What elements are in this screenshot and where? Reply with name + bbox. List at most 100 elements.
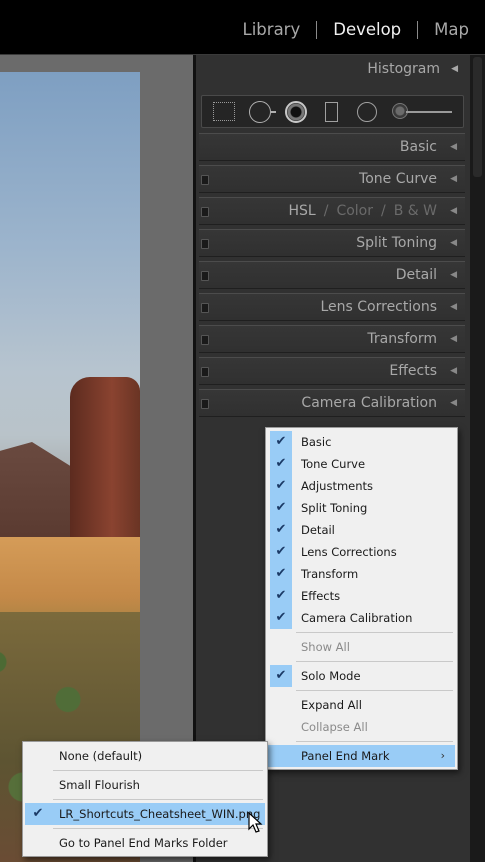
menu-item-show-all: Show All [268,636,455,658]
checkmark-icon: ✔ [270,431,292,453]
checkmark-icon: ✔ [270,665,292,687]
module-develop[interactable]: Develop [331,20,403,39]
menu-separator [296,661,453,662]
menu-item-expand-all[interactable]: Expand All [268,694,455,716]
section-basic[interactable]: Basic ◀ [199,133,465,161]
radial-filter-icon[interactable] [357,102,377,122]
panel-switch-icon[interactable] [201,335,209,345]
menu-item-split-toning[interactable]: ✔ Split Toning [268,497,455,519]
red-eye-icon[interactable] [285,101,307,123]
menu-item-label: Collapse All [301,720,368,734]
menu-separator [53,799,263,800]
submenu-item-go-to-folder[interactable]: Go to Panel End Marks Folder [25,832,265,854]
checkmark-icon: ✔ [32,806,44,821]
checkmark-icon: ✔ [270,497,292,519]
menu-item-detail[interactable]: ✔ Detail [268,519,455,541]
section-split-toning[interactable]: Split Toning ◀ [199,229,465,257]
tab-bw[interactable]: B & W [394,203,437,219]
section-camera-calibration[interactable]: Camera Calibration ◀ [199,389,465,417]
mouse-pointer-icon [248,812,263,833]
section-transform[interactable]: Transform ◀ [199,325,465,353]
menu-item-solo-mode[interactable]: ✔ Solo Mode [268,665,455,687]
expand-triangle-icon[interactable]: ◀ [450,366,457,376]
expand-triangle-icon[interactable]: ◀ [450,174,457,184]
tab-separator: / [381,203,386,219]
expand-triangle-icon[interactable]: ◀ [450,334,457,344]
panel-switch-icon[interactable] [201,303,209,313]
menu-item-label: Show All [301,640,350,654]
submenu-item-none-default[interactable]: None (default) [25,745,265,767]
tab-color[interactable]: Color [336,203,373,219]
section-label: Camera Calibration [301,395,437,411]
panel-switch-icon[interactable] [201,367,209,377]
menu-separator [296,632,453,633]
section-label: Effects [389,363,437,379]
module-map[interactable]: Map [432,20,471,39]
submenu-arrow-icon: › [440,749,445,762]
menu-separator [296,741,453,742]
expand-triangle-icon[interactable]: ◀ [450,142,457,152]
section-tone-curve[interactable]: Tone Curve ◀ [199,165,465,193]
brush-bar [406,111,452,113]
scrollbar-thumb[interactable] [473,57,482,177]
menu-item-panel-end-mark[interactable]: Panel End Mark › [268,745,455,767]
panel-switch-icon[interactable] [201,239,209,249]
menu-item-effects[interactable]: ✔ Effects [268,585,455,607]
section-label: HSL / Color / B & W [289,203,437,219]
module-picker: Library Develop Map [241,20,471,39]
module-separator [417,20,419,39]
panel-switch-icon[interactable] [201,399,209,409]
menu-item-label: Panel End Mark [301,749,390,763]
menu-item-label: Camera Calibration [301,611,413,625]
crop-overlay-icon[interactable] [213,102,235,121]
submenu-item-cheatsheet[interactable]: ✔ LR_Shortcuts_Cheatsheet_WIN.png [25,803,265,825]
menu-item-camera-calibration[interactable]: ✔ Camera Calibration [268,607,455,629]
menu-separator [296,690,453,691]
panel-switch-icon[interactable] [201,207,209,217]
section-effects[interactable]: Effects ◀ [199,357,465,385]
checkmark-icon: ✔ [270,607,292,629]
panel-switch-icon[interactable] [201,271,209,281]
section-label: Transform [367,331,437,347]
section-hsl-color-bw[interactable]: HSL / Color / B & W ◀ [199,197,465,225]
section-label: Detail [395,267,437,283]
expand-triangle-icon[interactable]: ◀ [450,270,457,280]
spot-removal-icon[interactable] [249,101,276,123]
section-lens-corrections[interactable]: Lens Corrections ◀ [199,293,465,321]
panel-end-mark-submenu: None (default) Small Flourish ✔ LR_Shortc… [22,741,268,857]
photo-mesa-far [0,442,80,542]
tab-hsl[interactable]: HSL [289,203,316,219]
panel-switch-icon[interactable] [201,175,209,185]
menu-item-tone-curve[interactable]: ✔ Tone Curve [268,453,455,475]
menu-item-adjustments[interactable]: ✔ Adjustments [268,475,455,497]
section-label: Split Toning [356,235,437,251]
expand-triangle-icon[interactable]: ◀ [450,302,457,312]
expand-triangle-icon[interactable]: ◀ [450,238,457,248]
section-detail[interactable]: Detail ◀ [199,261,465,289]
menu-item-lens-corrections[interactable]: ✔ Lens Corrections [268,541,455,563]
histogram-header[interactable]: Histogram ◀ [196,55,470,87]
checkmark-icon: ✔ [270,541,292,563]
collapse-triangle-icon[interactable]: ◀ [451,64,458,74]
histogram-label: Histogram [367,61,440,77]
adjustment-brush-icon[interactable] [392,102,454,122]
menu-separator [53,770,263,771]
expand-triangle-icon[interactable]: ◀ [450,398,457,408]
checkmark-icon: ✔ [270,519,292,541]
module-library[interactable]: Library [241,20,303,39]
menu-item-label: Lens Corrections [301,545,397,559]
menu-item-label: Small Flourish [59,778,140,792]
menu-item-label: Basic [301,435,332,449]
expand-triangle-icon[interactable]: ◀ [450,206,457,216]
menu-item-label: Split Toning [301,501,368,515]
module-separator [316,20,318,39]
menu-item-basic[interactable]: ✔ Basic [268,431,455,453]
menu-item-label: Adjustments [301,479,374,493]
checkmark-icon: ✔ [270,453,292,475]
photo-butte [70,377,140,537]
submenu-item-small-flourish[interactable]: Small Flourish [25,774,265,796]
menu-item-transform[interactable]: ✔ Transform [268,563,455,585]
graduated-filter-icon[interactable] [325,102,338,122]
panel-scrollbar[interactable] [470,55,485,862]
tab-separator: / [323,203,329,219]
